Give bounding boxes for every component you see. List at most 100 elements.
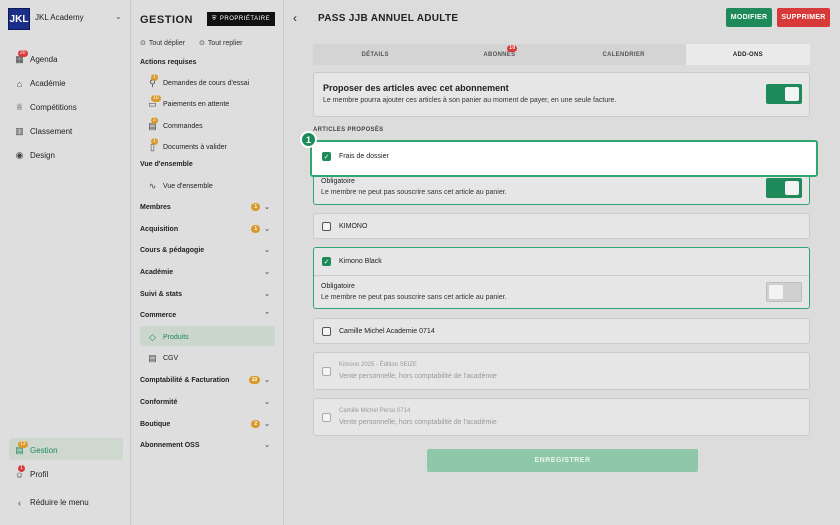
group-comptabilite[interactable]: Comptabilité & Facturation 10 ⌄ (140, 376, 270, 384)
propose-card: Proposer des articles avec cet abonnemen… (313, 72, 810, 117)
org-name[interactable]: JKL Academy (35, 13, 84, 22)
group-badge: 10 (248, 376, 261, 384)
expand-all-button[interactable]: ⊙ Tout déplier (140, 39, 185, 48)
building-icon: ⌂ (16, 78, 23, 89)
delete-button[interactable]: SUPPRIMER (777, 8, 830, 27)
tab-label: CALENDRIER (602, 51, 645, 58)
collapse-all-label: Tout replier (207, 39, 243, 47)
tab-addons[interactable]: ADD-ONS (685, 44, 810, 65)
group-abonnement[interactable]: Abonnement OSS ⌄ (140, 441, 270, 450)
trophy-icon: ♕ (15, 102, 24, 112)
chevron-down-icon[interactable]: ⌄ (115, 12, 122, 21)
commerce-item-cgv[interactable]: ▤ CGV (147, 353, 178, 364)
action-item-trial[interactable]: ⚲ 1 Demandes de cours d'essai (147, 74, 249, 89)
article-card-kimono-black: ✓ Kimono Black Obligatoire Le membre ne … (313, 247, 810, 309)
group-cours[interactable]: Cours & pédagogie ⌄ (140, 246, 270, 255)
article-sub: Vente personnelle, hors comptabilité de … (339, 419, 497, 426)
collapse-all-button[interactable]: ⊙ Tout replier (199, 39, 243, 48)
article-card-camille-academie: Camille Michel Academie 0714 (313, 318, 810, 344)
article-name: Kimono 2025 - Édition SEIZE (339, 362, 418, 368)
tab-abonnes[interactable]: ABONNÉS 10 (437, 44, 561, 65)
article-sub: Vente personnelle, hors comptabilité de … (339, 373, 497, 380)
group-conformite[interactable]: Conformité ⌄ (140, 398, 270, 407)
article-checkbox[interactable] (322, 367, 331, 376)
sidebar-item-competitions[interactable]: ♕ Compétitions (14, 102, 76, 113)
article-name: KIMONO (339, 223, 368, 230)
group-label: Boutique (140, 420, 171, 428)
tab-badge: 10 (507, 45, 518, 52)
article-card-camille-perso: Camille Michel Perso 0714 Vente personne… (313, 398, 810, 436)
group-suivi[interactable]: Suivi & stats ⌄ (140, 290, 270, 299)
group-label: Commerce (140, 311, 177, 319)
commerce-item-produits[interactable]: ◇ Produits (147, 332, 189, 343)
chevron-down-icon: ⌄ (264, 442, 270, 449)
group-boutique[interactable]: Boutique 2 ⌄ (140, 420, 270, 428)
group-academie[interactable]: Académie ⌄ (140, 268, 270, 277)
article-checkbox[interactable] (322, 327, 331, 336)
owner-badge: ⛨ PROPRIÉTAIRE (207, 12, 275, 26)
commerce-item-label: CGV (163, 355, 179, 362)
document-icon: ▤ (148, 353, 157, 363)
article-checkbox[interactable]: ✓ (322, 152, 331, 161)
sidebar-item-gestion[interactable]: ▤ 13 Gestion (14, 441, 58, 456)
article-checkbox[interactable] (322, 413, 331, 422)
owner-badge-label: PROPRIÉTAIRE (219, 16, 271, 22)
payment-icon: ▭ 10 (148, 95, 161, 109)
sidebar-item-label: Gestion (30, 446, 58, 455)
back-arrow-icon[interactable]: ‹ (293, 11, 297, 25)
group-membres[interactable]: Membres 1 ⌄ (140, 203, 270, 211)
chevron-down-icon: ⌄ (264, 226, 270, 233)
calendar-icon: ▦ 20 (15, 50, 28, 64)
group-label: Abonnement OSS (140, 441, 200, 449)
action-item-payments[interactable]: ▭ 10 Paiements en attente (147, 95, 229, 110)
sidebar-item-classement[interactable]: ▥ Classement (14, 126, 72, 137)
group-commerce[interactable]: Commerce ⌃ (140, 311, 270, 320)
sidebar-item-profil[interactable]: ☺ 1 Profil (14, 465, 49, 480)
article-checkbox[interactable]: ✓ (322, 257, 331, 266)
actions-section-title: Actions requises (140, 59, 197, 66)
modify-button[interactable]: MODIFIER (726, 8, 772, 27)
tab-calendrier[interactable]: CALENDRIER (562, 44, 686, 65)
tab-label: DÉTAILS (361, 51, 389, 58)
save-button[interactable]: ENREGISTRER (427, 449, 698, 472)
article-name: Camille Michel Academie 0714 (339, 328, 435, 335)
sidebar-item-label: Classement (30, 127, 73, 136)
palette-icon: ◉ (15, 150, 24, 160)
collapse-menu-button[interactable]: ‹ Réduire le menu (14, 497, 89, 508)
chevron-down-icon: ⌄ (264, 247, 270, 254)
propose-toggle[interactable] (766, 84, 802, 104)
action-item-documents[interactable]: ▯ 1 Documents à valider (147, 138, 227, 153)
main-content: ‹ PASS JJB ANNUEL ADULTE MODIFIER SUPPRI… (285, 0, 840, 525)
article-card-kimono-seize: Kimono 2025 - Édition SEIZE Vente person… (313, 352, 810, 390)
collapse-icon: ⊙ (199, 40, 205, 47)
tab-details[interactable]: DÉTAILS (313, 44, 437, 65)
divider (314, 275, 809, 276)
sidebar-item-label: Profil (30, 470, 49, 479)
tab-label: ABONNÉS (483, 51, 516, 58)
academy-logo: JKL (8, 8, 30, 30)
action-item-orders[interactable]: ▤ 2 Commandes (147, 117, 203, 132)
agenda-badge: 20 (18, 50, 28, 57)
mandatory-toggle[interactable] (766, 178, 802, 198)
sidebar-item-design[interactable]: ◉ Design (14, 150, 55, 161)
sidebar-item-label: Design (30, 151, 55, 160)
action-badge: 10 (151, 95, 161, 102)
group-label: Conformité (140, 398, 178, 406)
sidebar-item-academie[interactable]: ⌂ Académie (14, 78, 66, 89)
sidebar-item-agenda[interactable]: ▦ 20 Agenda (14, 50, 58, 65)
article-row-frais-highlight: ✓ Frais de dossier (310, 140, 818, 177)
action-label: Documents à valider (163, 144, 227, 151)
overview-item[interactable]: ∿ Vue d'ensemble (147, 181, 213, 192)
gestion-title: GESTION (140, 14, 194, 26)
profil-badge: 1 (18, 465, 25, 472)
person-icon: ⚲ 1 (149, 74, 158, 88)
mandatory-label: Obligatoire (321, 283, 355, 290)
action-badge: 1 (151, 74, 158, 81)
group-label: Comptabilité & Facturation (140, 376, 230, 384)
mandatory-toggle[interactable] (766, 282, 802, 302)
group-acquisition[interactable]: Acquisition 1 ⌄ (140, 225, 270, 233)
article-checkbox[interactable] (322, 222, 331, 231)
group-label: Académie (140, 268, 174, 276)
articles-title: ARTICLES PROPOSÉS (313, 127, 384, 133)
chevron-down-icon: ⌄ (264, 421, 270, 428)
